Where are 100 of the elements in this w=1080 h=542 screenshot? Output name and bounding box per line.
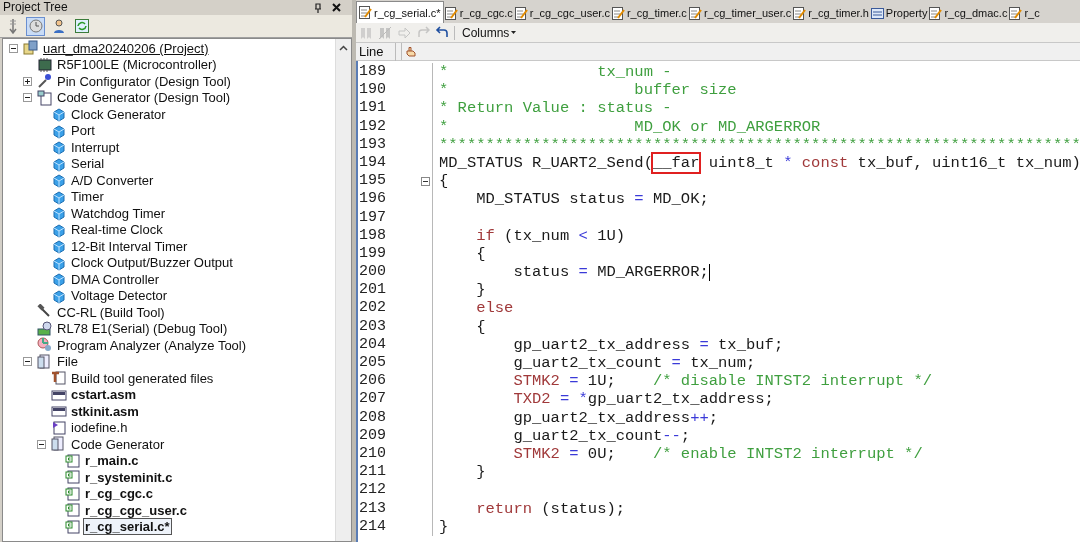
code-line: STMK2 = 0U; /* enable INTST2 interrupt */ [512,444,923,464]
tree-item[interactable]: Interrupt [69,138,122,156]
tree-item[interactable]: Watchdog Timer [69,204,168,222]
line-number: 203 [358,317,387,336]
columns-dropdown[interactable]: Columns [460,25,519,40]
line-number: 202 [358,299,387,318]
code-comment: ********************************************************************* [438,135,1080,154]
cube-icon [51,205,67,222]
code-line: gp_uart2_tx_address++; [512,408,719,427]
folder-icon [37,353,53,370]
pointing-hand-icon[interactable] [405,45,417,58]
expander-icon[interactable] [23,76,32,86]
line-number: 190 [358,81,387,100]
tree-item[interactable]: Voltage Detector [69,287,170,305]
tree-item[interactable]: DMA Controller [69,270,162,288]
tree-item[interactable]: R5F100LE (Microcontroller) [55,56,219,74]
document-edit-icon [1009,6,1023,20]
code-line: if (tx_num < 1U) [475,226,626,245]
collapse-icon[interactable] [421,176,430,186]
chart-icon [37,337,53,354]
document-icon [51,370,67,387]
line-number: 191 [358,99,387,118]
tree-item[interactable]: Real-time Clock [69,221,165,239]
code-line: g_uart2_tx_count--; [512,426,691,445]
pin-icon[interactable] [314,2,322,13]
tree-item[interactable]: stkinit.asm [69,402,141,420]
line-number: 204 [358,335,387,354]
tree-item[interactable]: RL78 E1(Serial) (Debug Tool) [55,320,230,338]
file-tab[interactable]: r_cg_cgc_user.c [513,3,611,23]
line-number: 195 [358,172,387,191]
line-number: 193 [358,135,387,154]
file-tab[interactable]: r_cg_dmac.c [928,3,1009,23]
line-number: 211 [358,463,387,482]
tree-item[interactable]: Code Generator (Design Tool) [55,89,233,107]
tree-item[interactable]: Pin Configurator (Design Tool) [55,72,233,90]
scrollbar[interactable] [335,39,351,541]
scroll-up-icon[interactable] [339,45,348,51]
file-tab[interactable]: r_cg_timer_user.c [687,3,793,23]
tree-item[interactable]: iodefine.h [69,419,130,437]
expander-icon[interactable] [23,93,32,103]
tree-item[interactable]: Clock Output/Buzzer Output [69,254,235,272]
file-tab[interactable]: r_cg_serial.c* [356,1,444,23]
document-edit-icon [793,6,807,20]
tree-item[interactable]: Timer [69,188,106,206]
tree-item[interactable]: CC-RL (Build Tool) [55,303,167,321]
line-number: 205 [358,354,387,373]
file-tab[interactable]: r_c [1008,3,1041,23]
clock-button[interactable] [26,16,45,36]
tree-item[interactable]: r_systeminit.c [83,468,175,486]
tree-item[interactable]: r_main.c [83,452,141,470]
tree-item[interactable]: uart_dma20240206 (Project) [41,39,211,57]
c-file-icon [65,485,81,502]
line-number: 208 [358,408,387,427]
code-comment: * buffer size [438,81,737,100]
expander-icon[interactable] [23,357,32,367]
refresh-button[interactable] [72,16,91,36]
line-number: 198 [358,226,387,245]
line-column-header: Line [356,42,396,61]
cube-icon [51,172,67,189]
tree-item[interactable]: Program Analyzer (Analyze Tool) [55,336,249,354]
tree-item[interactable]: A/D Converter [69,171,156,189]
undo-icon[interactable] [435,25,449,40]
line-number: 207 [358,390,387,409]
document-edit-icon [514,6,528,20]
file-tab[interactable]: Property [869,3,929,23]
c-file-icon [65,452,81,469]
expander-icon[interactable] [9,43,18,53]
line-number: 199 [358,244,387,264]
code-line: { [475,244,486,264]
tree-item[interactable]: Serial [69,155,107,173]
line-number: 189 [358,63,387,82]
tree-item[interactable]: r_cg_serial.c* [83,518,172,536]
expander-icon[interactable] [37,439,46,449]
cube-icon [51,106,67,123]
file-tab[interactable]: r_cg_timer.c [610,3,688,23]
line-number: 201 [358,281,387,300]
document-icon [37,89,53,106]
tree-item[interactable]: 12-Bit Interval Timer [69,237,190,255]
code-line: STMK2 = 1U; /* disable INTST2 interrupt */ [512,372,932,391]
tree-item[interactable]: File [55,353,80,371]
close-icon[interactable] [332,3,341,12]
tree-item[interactable]: Port [69,122,97,140]
code-comment: * tx_num - [438,63,672,82]
code-comment: * Return Value : status - [438,99,672,118]
line-number: 196 [358,190,387,209]
line-number: 210 [358,444,387,464]
tree-item[interactable]: Clock Generator [69,105,168,123]
tree-item[interactable]: cstart.asm [69,386,139,404]
code-comment: * MD_OK or MD_ARGERROR [438,117,821,136]
clock-icon [27,18,44,34]
file-tab[interactable]: r_cg_cgc.c [443,3,514,23]
tree-item[interactable]: Build tool generated files [69,369,216,387]
tree-item[interactable]: r_cg_cgc.c [83,485,155,503]
tree-item[interactable]: Code Generator [69,435,167,453]
tree-item[interactable]: r_cg_cgc_user.c [83,501,189,519]
caret-down-icon [511,31,517,34]
document-edit-icon [688,6,702,20]
panel-title: Project Tree [3,0,69,15]
c-file-icon [65,518,81,535]
file-tab[interactable]: r_cg_timer.h [792,3,870,23]
